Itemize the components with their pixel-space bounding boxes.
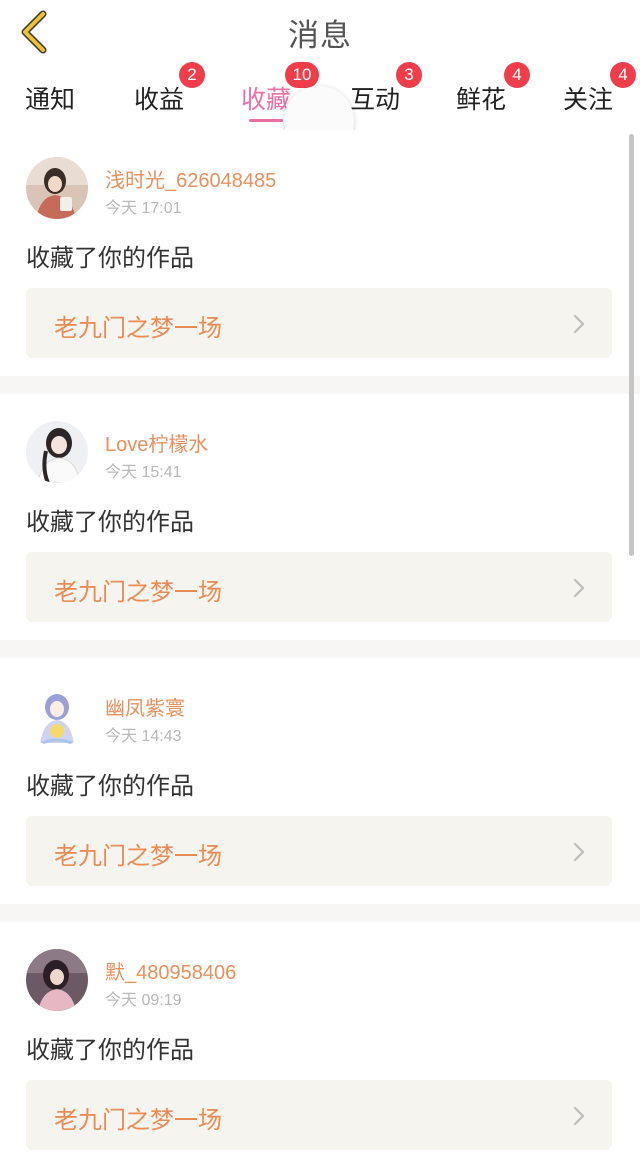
avatar[interactable] <box>26 949 88 1011</box>
work-title: 老九门之梦一场 <box>54 842 222 870</box>
username[interactable]: Love柠檬水 <box>105 428 208 457</box>
tab-following-badge: 4 <box>610 62 636 88</box>
chevron-right-icon <box>573 578 585 598</box>
divider <box>0 640 640 658</box>
tab-following[interactable]: 关注 <box>563 80 613 116</box>
work-link[interactable]: 老九门之梦一场 <box>26 816 612 886</box>
tab-earnings-badge: 2 <box>179 62 205 88</box>
tab-flowers-badge: 4 <box>504 62 530 88</box>
action-text: 收藏了你的作品 <box>26 508 194 536</box>
tab-flowers[interactable]: 鲜花 <box>456 80 506 116</box>
work-title: 老九门之梦一场 <box>54 578 222 606</box>
work-link[interactable]: 老九门之梦一场 <box>26 1080 612 1150</box>
chevron-right-icon <box>573 1106 585 1126</box>
timestamp: 今天 17:01 <box>105 200 182 217</box>
action-text: 收藏了你的作品 <box>26 772 194 800</box>
action-text: 收藏了你的作品 <box>26 1036 194 1064</box>
username[interactable]: 幽凤紫寰 <box>105 692 185 721</box>
message-list[interactable]: 浅时光_626048485 今天 17:01 收藏了你的作品 老九门之梦一场 L… <box>0 130 640 1168</box>
tab-favorites-badge: 10 <box>285 62 319 88</box>
message-card: 默_480958406 今天 09:19 收藏了你的作品 老九门之梦一场 <box>0 922 640 1168</box>
divider <box>0 904 640 922</box>
username[interactable]: 浅时光_626048485 <box>105 164 276 193</box>
work-title: 老九门之梦一场 <box>54 1106 222 1134</box>
tab-favorites[interactable]: 收藏 <box>241 80 291 116</box>
message-card: Love柠檬水 今天 15:41 收藏了你的作品 老九门之梦一场 <box>0 394 640 640</box>
tab-notifications[interactable]: 通知 <box>25 80 75 116</box>
chevron-right-icon <box>573 842 585 862</box>
timestamp: 今天 09:19 <box>105 992 182 1009</box>
avatar[interactable] <box>26 685 88 747</box>
scrollbar[interactable] <box>629 134 634 556</box>
chevron-right-icon <box>573 314 585 334</box>
work-link[interactable]: 老九门之梦一场 <box>26 552 612 622</box>
action-text: 收藏了你的作品 <box>26 244 194 272</box>
timestamp: 今天 14:43 <box>105 728 182 745</box>
work-title: 老九门之梦一场 <box>54 314 222 342</box>
tab-interactions[interactable]: 互动 <box>350 80 400 116</box>
work-link[interactable]: 老九门之梦一场 <box>26 288 612 358</box>
header-bar: 消息 <box>0 0 640 69</box>
tab-earnings[interactable]: 收益 <box>134 80 184 116</box>
username[interactable]: 默_480958406 <box>105 956 236 985</box>
page-title: 消息 <box>288 18 352 54</box>
timestamp: 今天 15:41 <box>105 464 182 481</box>
tab-interactions-badge: 3 <box>396 62 422 88</box>
message-card: 幽凤紫寰 今天 14:43 收藏了你的作品 老九门之梦一场 <box>0 658 640 904</box>
avatar[interactable] <box>26 157 88 219</box>
active-tab-indicator <box>249 119 283 122</box>
message-card: 浅时光_626048485 今天 17:01 收藏了你的作品 老九门之梦一场 <box>0 130 640 376</box>
avatar[interactable] <box>26 421 88 483</box>
divider <box>0 376 640 394</box>
